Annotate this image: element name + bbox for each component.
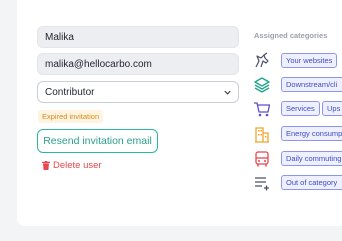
- name-field[interactable]: Malika: [37, 26, 239, 48]
- chevron-down-icon: [224, 90, 231, 95]
- delete-user-label: Delete user: [53, 159, 102, 171]
- status-badge: Expired invitation: [38, 110, 104, 123]
- bus-icon: [253, 150, 271, 168]
- shopping-cart-icon: [253, 100, 271, 118]
- delete-user-button[interactable]: Delete user: [42, 159, 102, 171]
- role-select[interactable]: Contributor: [37, 81, 239, 103]
- building-icon: [253, 125, 271, 143]
- trash-icon: [42, 160, 50, 170]
- email-field-value: malika@hellocarbo.com: [45, 58, 152, 70]
- category-chip[interactable]: Energy consump: [281, 126, 342, 141]
- email-field[interactable]: malika@hellocarbo.com: [37, 53, 239, 75]
- name-field-value: Malika: [45, 31, 74, 43]
- category-chip[interactable]: Services: [281, 101, 320, 116]
- role-select-value: Contributor: [45, 86, 95, 98]
- category-chip[interactable]: Downstream/cli: [281, 77, 342, 92]
- resend-invitation-button[interactable]: Resend invitation email: [37, 129, 158, 153]
- assigned-categories-title: Assigned categories: [254, 31, 328, 40]
- layers-icon: [253, 76, 271, 94]
- category-chip[interactable]: Out of category: [281, 175, 342, 190]
- category-chip[interactable]: Daily commuting: [281, 151, 342, 166]
- category-chip[interactable]: Ups: [322, 101, 342, 116]
- unicorn-icon: [253, 52, 271, 70]
- category-chip[interactable]: Your websites: [281, 53, 338, 68]
- list-add-icon: [253, 174, 271, 192]
